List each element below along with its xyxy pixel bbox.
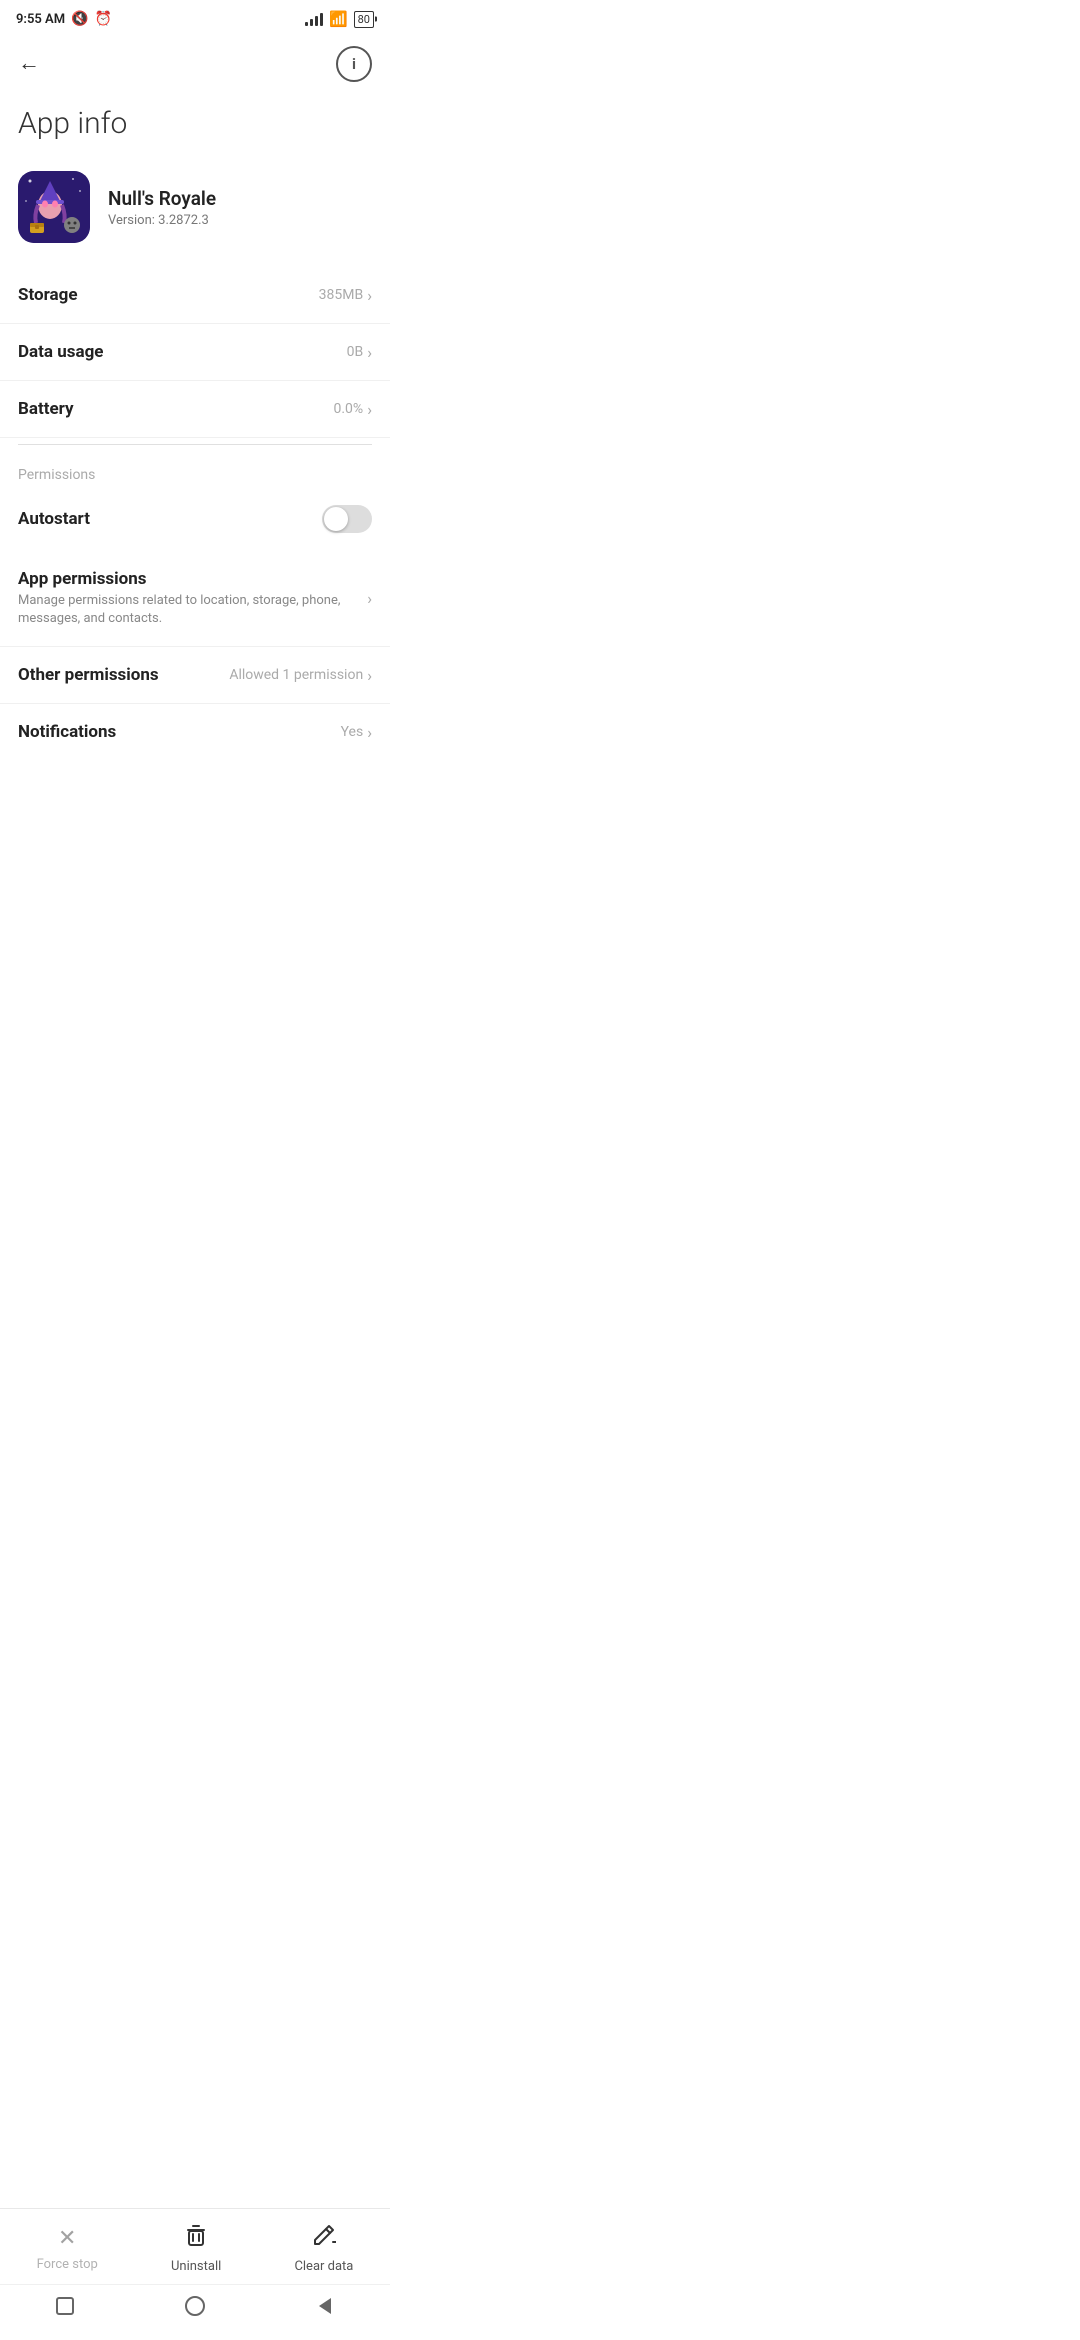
notifications-item[interactable]: Notifications Yes › bbox=[0, 704, 390, 760]
status-bar: 9:55 AM 🔇 ⏰ 📶 80 bbox=[0, 0, 390, 34]
wifi-icon: 📶 bbox=[329, 10, 348, 28]
app-card: Null's Royale Version: 3.2872.3 bbox=[0, 161, 390, 267]
bottom-bar: ✕ Force stop Uninstall bbox=[0, 2208, 390, 2340]
nav-bar bbox=[0, 2284, 390, 2340]
force-stop-icon: ✕ bbox=[58, 2226, 76, 2251]
permissions-section-label: Permissions bbox=[0, 451, 390, 487]
notifications-value: Yes bbox=[341, 724, 364, 740]
storage-value: 385MB bbox=[319, 287, 364, 303]
toggle-knob bbox=[324, 507, 348, 531]
battery-value: 0.0% bbox=[334, 401, 364, 417]
other-permissions-label: Other permissions bbox=[18, 665, 229, 685]
alarm-icon: ⏰ bbox=[95, 11, 112, 27]
uninstall-button[interactable]: Uninstall bbox=[171, 2223, 221, 2274]
battery-label: Battery bbox=[18, 399, 334, 419]
battery-item[interactable]: Battery 0.0% › bbox=[0, 381, 390, 438]
back-button[interactable]: ← bbox=[18, 53, 40, 75]
storage-label: Storage bbox=[18, 285, 319, 305]
status-indicators: 📶 80 bbox=[305, 10, 374, 28]
top-nav: ← i bbox=[0, 34, 390, 94]
mute-icon: 🔇 bbox=[71, 11, 88, 27]
other-permissions-item[interactable]: Other permissions Allowed 1 permission › bbox=[0, 647, 390, 704]
other-permissions-chevron: › bbox=[367, 666, 372, 685]
force-stop-button: ✕ Force stop bbox=[37, 2226, 98, 2272]
app-icon bbox=[18, 171, 90, 243]
signal-icon bbox=[305, 12, 323, 26]
bottom-actions: ✕ Force stop Uninstall bbox=[0, 2209, 390, 2284]
nav-square-button[interactable] bbox=[55, 2296, 75, 2321]
data-usage-label: Data usage bbox=[18, 342, 347, 362]
info-button[interactable]: i bbox=[336, 46, 372, 82]
app-permissions-item[interactable]: App permissions Manage permissions relat… bbox=[0, 551, 390, 647]
battery-icon: 80 bbox=[354, 11, 374, 28]
nav-circle-button[interactable] bbox=[184, 2295, 206, 2322]
data-usage-value: 0B bbox=[347, 344, 364, 360]
page-title: App info bbox=[0, 94, 390, 161]
status-time: 9:55 AM 🔇 ⏰ bbox=[16, 11, 112, 27]
battery-chevron: › bbox=[367, 400, 372, 419]
app-permissions-chevron: › bbox=[367, 589, 372, 608]
section-divider bbox=[18, 444, 372, 445]
notifications-label: Notifications bbox=[18, 722, 341, 742]
uninstall-icon bbox=[184, 2223, 208, 2253]
app-permissions-label: App permissions bbox=[18, 569, 367, 589]
data-usage-item[interactable]: Data usage 0B › bbox=[0, 324, 390, 381]
clear-data-label: Clear data bbox=[294, 2259, 353, 2274]
uninstall-label: Uninstall bbox=[171, 2259, 221, 2274]
notifications-chevron: › bbox=[367, 723, 372, 742]
force-stop-label: Force stop bbox=[37, 2257, 98, 2272]
app-info: Null's Royale Version: 3.2872.3 bbox=[108, 187, 216, 228]
autostart-toggle[interactable] bbox=[322, 505, 372, 533]
storage-item[interactable]: Storage 385MB › bbox=[0, 267, 390, 324]
clear-data-button[interactable]: Clear data bbox=[294, 2223, 353, 2274]
app-version: Version: 3.2872.3 bbox=[108, 213, 216, 228]
content-scroll: Null's Royale Version: 3.2872.3 Storage … bbox=[0, 161, 390, 890]
app-permissions-subtitle: Manage permissions related to location, … bbox=[18, 592, 367, 628]
autostart-item: Autostart bbox=[0, 487, 390, 551]
other-permissions-value: Allowed 1 permission bbox=[229, 667, 363, 683]
storage-chevron: › bbox=[367, 286, 372, 305]
app-name: Null's Royale bbox=[108, 187, 216, 210]
autostart-label: Autostart bbox=[18, 509, 90, 529]
clear-data-icon bbox=[312, 2223, 336, 2253]
time-label: 9:55 AM bbox=[16, 12, 65, 27]
nav-back-button[interactable] bbox=[315, 2296, 335, 2321]
data-usage-chevron: › bbox=[367, 343, 372, 362]
